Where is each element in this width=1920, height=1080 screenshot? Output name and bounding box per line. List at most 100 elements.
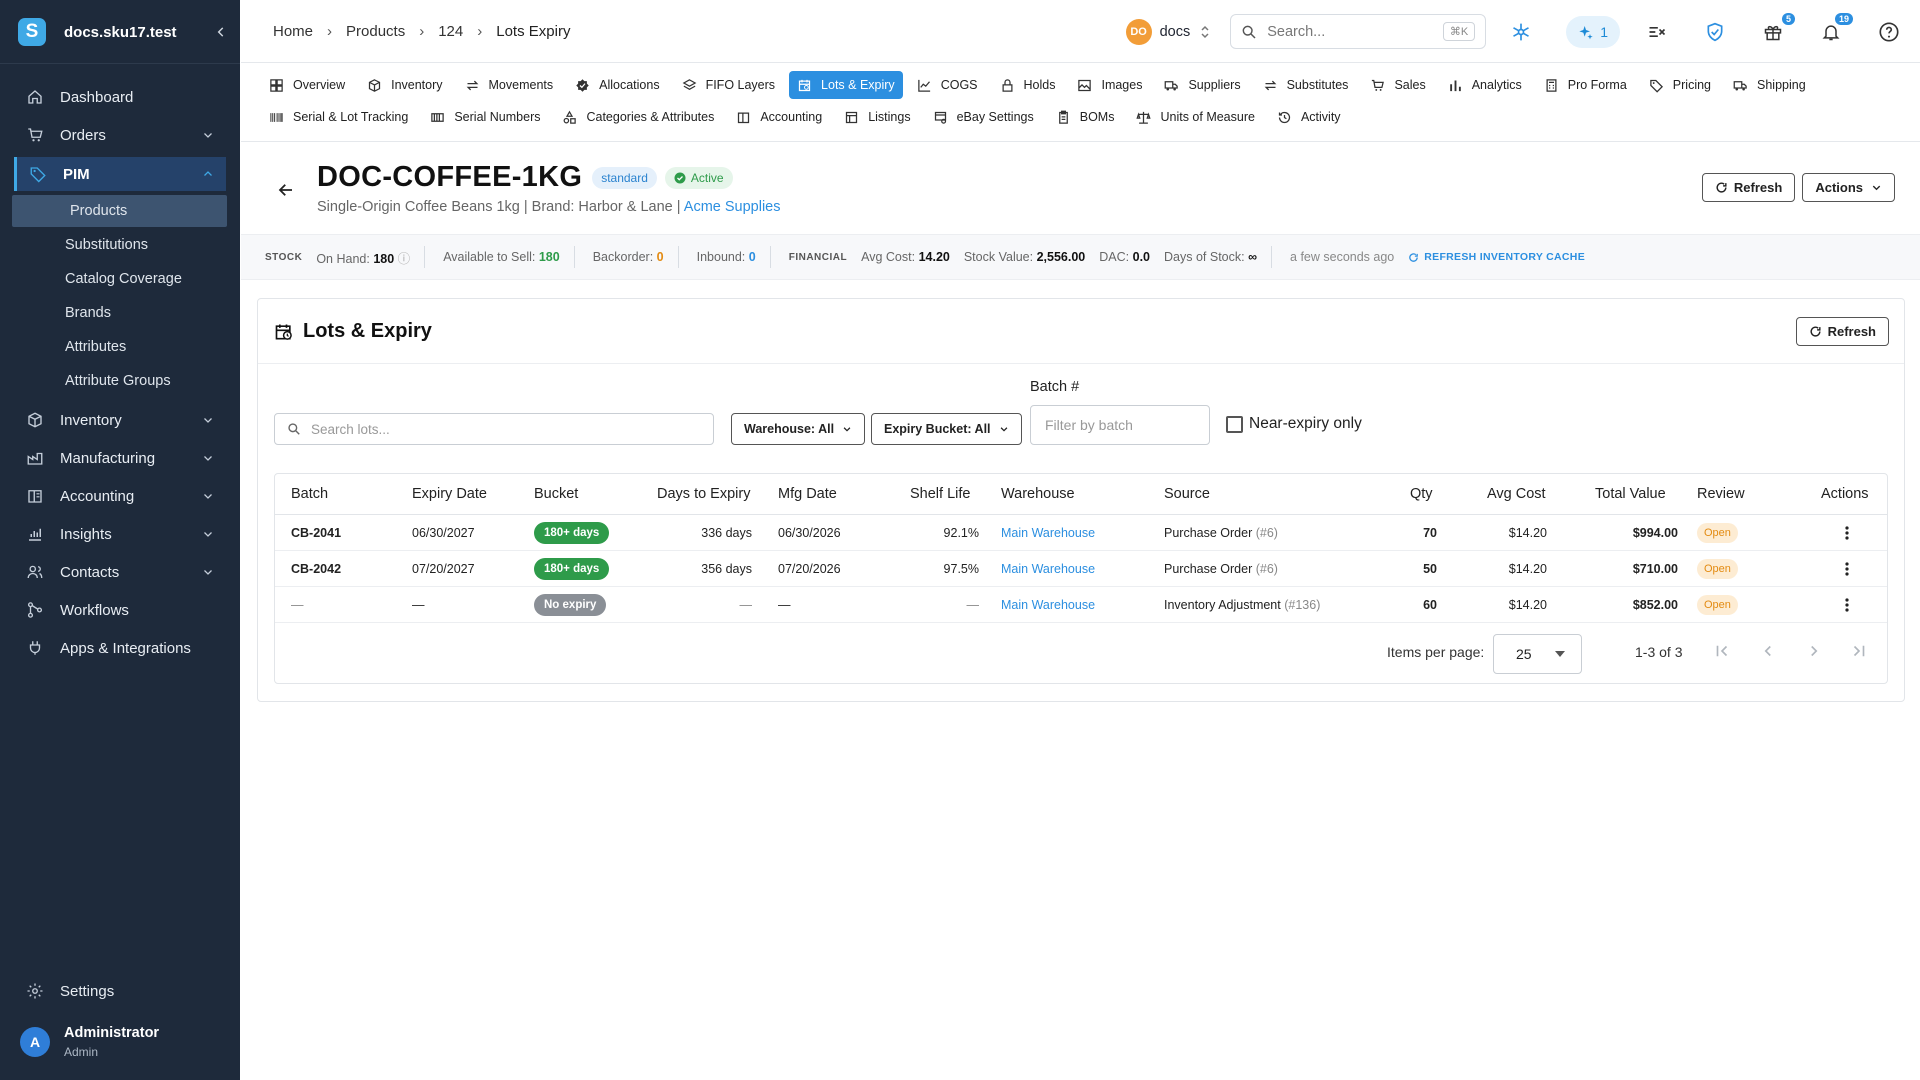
compare-icon[interactable] [1644,19,1670,45]
tab-substitutes[interactable]: Substitutes [1255,71,1357,99]
sidebar-item-accounting[interactable]: Accounting [14,479,226,513]
refresh-lots-button[interactable]: Refresh [1795,317,1889,346]
sidebar-item-manufacturing[interactable]: Manufacturing [14,441,226,475]
more-vert-icon[interactable] [1845,551,1849,587]
sidebar-item-orders[interactable]: Orders [14,118,226,152]
tab-inventory[interactable]: Inventory [359,71,450,99]
tab-sales[interactable]: Sales [1362,71,1433,99]
cell-warehouse-link[interactable]: Main Warehouse [1001,587,1095,623]
tab-units-of-measure[interactable]: Units of Measure [1128,103,1262,131]
sidebar-item-pim[interactable]: PIM [14,157,226,191]
app-logo[interactable]: S [18,18,46,46]
tab-overview[interactable]: Overview [261,71,353,99]
sidebar-subitem-substitutions[interactable]: Substitutions [12,229,227,261]
tab-suppliers[interactable]: Suppliers [1156,71,1248,99]
global-search[interactable]: Search... ⌘K [1230,14,1487,49]
warehouse-filter[interactable]: Warehouse: All [731,413,866,445]
table-row[interactable]: CB-2041 06/30/2027 180+ days 336 days 06… [275,515,1887,551]
sidebar-item-dashboard[interactable]: Dashboard [14,80,226,114]
sidebar-subitem-attribute-groups[interactable]: Attribute Groups [12,365,227,397]
column-header-batch[interactable]: Batch [291,474,328,514]
source-ref[interactable]: (#136) [1284,598,1320,612]
shield-icon[interactable] [1702,19,1728,45]
gift-icon[interactable]: 5 [1760,12,1795,45]
tab-serial-numbers[interactable]: Serial Numbers [422,103,548,131]
items-per-page-select[interactable]: 25 [1493,634,1582,674]
source-ref[interactable]: (#6) [1256,562,1278,576]
sidebar-item-inventory[interactable]: Inventory [14,403,226,437]
crumb-home[interactable]: Home [273,23,313,40]
tab-cogs[interactable]: COGS [909,71,986,99]
tab-pricing[interactable]: Pricing [1641,71,1719,99]
column-header-warehouse[interactable]: Warehouse [1001,474,1075,514]
table-row[interactable]: — — No expiry — — — Main Warehouse Inven… [275,587,1887,623]
sidebar-subitem-attributes[interactable]: Attributes [12,331,227,363]
next-page-icon[interactable] [1805,642,1823,660]
near-expiry-checkbox[interactable] [1226,415,1243,433]
sidebar-subitem-catalog-coverage[interactable]: Catalog Coverage [12,263,227,295]
tab-images[interactable]: Images [1069,71,1150,99]
table-row[interactable]: CB-2042 07/20/2027 180+ days 356 days 07… [275,551,1887,587]
tab-holds[interactable]: Holds [992,71,1064,99]
sidebar-item-apps[interactable]: Apps & Integrations [14,631,226,665]
tab-movements[interactable]: Movements [457,71,562,99]
tab-accounting[interactable]: Accounting [728,103,830,131]
review-badge[interactable]: Open [1697,559,1738,579]
column-header-qty[interactable]: Qty [1410,474,1433,514]
near-expiry-toggle[interactable]: Near-expiry only [1226,415,1362,433]
tab-listings[interactable]: Listings [836,103,918,131]
tab-categories-attributes[interactable]: Categories & Attributes [554,103,722,131]
tab-allocations[interactable]: Allocations [567,71,667,99]
column-header-source[interactable]: Source [1164,474,1210,514]
tab-pro-forma[interactable]: Pro Forma [1536,71,1635,99]
more-vert-icon[interactable] [1845,515,1849,551]
tab-fifo-layers[interactable]: FIFO Layers [674,71,783,99]
crumb-products[interactable]: Products [346,23,405,40]
sidebar-item-insights[interactable]: Insights [14,517,226,551]
source-ref[interactable]: (#6) [1256,526,1278,540]
column-header-bucket[interactable]: Bucket [534,474,578,514]
bell-icon[interactable]: 19 [1818,12,1853,45]
previous-page-icon[interactable] [1759,642,1777,660]
crumb-product-id[interactable]: 124 [438,23,463,40]
help-icon[interactable] [1876,19,1902,45]
tab-lots-expiry[interactable]: Lots & Expiry [789,71,903,99]
user-profile[interactable]: A Administrator Admin [20,1025,159,1059]
refresh-inventory-cache-link[interactable]: REFRESH INVENTORY CACHE [1408,251,1585,263]
sidebar-item-settings[interactable]: Settings [14,974,226,1008]
column-header-shelf-life[interactable]: Shelf Life [910,474,970,514]
supplier-link[interactable]: Acme Supplies [684,199,781,215]
actions-menu-button[interactable]: Actions [1802,173,1895,202]
refresh-button[interactable]: Refresh [1701,173,1796,202]
tenant-name[interactable]: docs.sku17.test [64,24,177,41]
tab-shipping[interactable]: Shipping [1725,71,1814,99]
ai-assistant-button[interactable]: 1 [1566,15,1620,48]
tab-activity[interactable]: Activity [1269,103,1349,131]
column-header-days-to-expiry[interactable]: Days to Expiry [657,474,750,514]
column-header-expiry-date[interactable]: Expiry Date [412,474,487,514]
tab-ebay-settings[interactable]: eBay Settings [925,103,1042,131]
expiry-bucket-filter[interactable]: Expiry Bucket: All [871,413,1022,445]
column-header-mfg-date[interactable]: Mfg Date [778,474,837,514]
sidebar-subitem-brands[interactable]: Brands [12,297,227,329]
tab-boms[interactable]: BOMs [1048,103,1123,131]
workspace-switcher[interactable]: DO docs [1125,18,1211,45]
lots-search-input[interactable]: Search lots... [274,413,714,445]
batch-filter-input[interactable]: Filter by batch [1030,405,1210,445]
snowflake-icon[interactable] [1508,19,1534,45]
more-vert-icon[interactable] [1845,587,1849,623]
sidebar-item-contacts[interactable]: Contacts [14,555,226,589]
cell-warehouse-link[interactable]: Main Warehouse [1001,551,1095,587]
sidebar-item-workflows[interactable]: Workflows [14,593,226,627]
review-badge[interactable]: Open [1697,595,1738,615]
review-badge[interactable]: Open [1697,523,1738,543]
tab-analytics[interactable]: Analytics [1440,71,1530,99]
chevron-left-icon[interactable] [214,25,228,39]
last-page-icon[interactable] [1850,642,1868,660]
column-header-total-value[interactable]: Total Value [1595,474,1666,514]
cell-warehouse-link[interactable]: Main Warehouse [1001,515,1095,551]
info-icon[interactable]: ⓘ [398,252,411,266]
sidebar-subitem-products[interactable]: Products [12,195,227,227]
tab-serial-lot-tracking[interactable]: Serial & Lot Tracking [261,103,416,131]
column-header-review[interactable]: Review [1697,474,1745,514]
